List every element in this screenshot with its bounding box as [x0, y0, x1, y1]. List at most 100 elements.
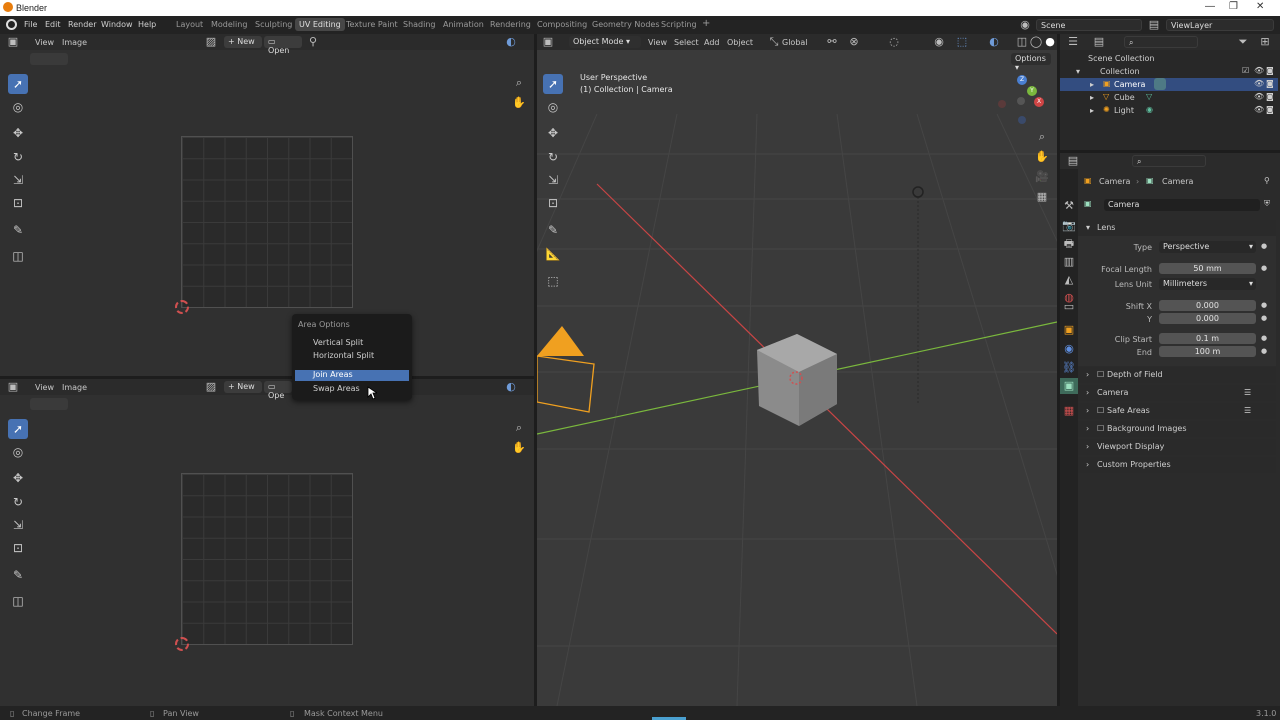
scale-tool-icon[interactable]: ⇲ [8, 515, 28, 535]
image-browse-icon[interactable]: ▨ [204, 35, 218, 49]
uv-editor-bottom[interactable]: ▣ View Image ▨ + New ▭ Ope ◐ ➚ ◎ ✥ ↻ ⇲ ⊡… [0, 379, 534, 706]
shading-solid-icon[interactable]: ● [1043, 35, 1057, 49]
selection-mode-icons[interactable] [30, 398, 68, 410]
tab-geometry-nodes[interactable]: Geometry Nodes [592, 20, 659, 29]
eye-icon[interactable]: 👁 [1254, 105, 1264, 114]
camera-render-icon[interactable]: ◙ [1266, 92, 1274, 101]
pin-icon[interactable]: ⚲ [1264, 176, 1270, 185]
pin-icon[interactable]: ⚲ [306, 35, 320, 49]
new-image-button[interactable]: + New [224, 381, 262, 393]
uv-menu-view[interactable]: View [35, 383, 54, 392]
fake-user-icon[interactable]: ⛨ [1264, 199, 1270, 209]
menu-item-join-areas[interactable]: Join Areas [295, 370, 409, 381]
minimize-button[interactable]: — [1205, 1, 1215, 12]
datablock-selector[interactable]: ▣ Camera ⛨ [1082, 198, 1276, 212]
panel-depth-of-field[interactable]: › ☐ Depth of Field [1078, 367, 1276, 383]
tab-sculpting[interactable]: Sculpting [255, 20, 292, 29]
outliner-item-light[interactable]: ▸ ✺ Light ◉ 👁 ◙ [1060, 104, 1278, 117]
close-window-button[interactable]: ✕ [1256, 1, 1264, 12]
transform-orientation-icon[interactable]: ⤡ [767, 35, 781, 49]
editor-type-icon[interactable]: ▣ [6, 380, 20, 394]
tab-layout[interactable]: Layout [176, 20, 203, 29]
transform-orientation[interactable]: Global [782, 38, 808, 47]
tool-tab-icon[interactable]: ⚒ [1062, 199, 1076, 213]
menu-item-swap-areas[interactable]: Swap Areas [295, 384, 409, 395]
properties-search-input[interactable]: ⌕ [1132, 155, 1206, 167]
menu-item-vertical-split[interactable]: Vertical Split [295, 338, 409, 349]
snap-icon[interactable]: ⊗ [847, 35, 861, 49]
keyframe-dot-icon[interactable]: ● [1261, 314, 1267, 322]
gizmo-y[interactable]: Y [1027, 86, 1037, 96]
viewport-menu-select[interactable]: Select [674, 38, 699, 47]
transform-tool-icon[interactable]: ⊡ [8, 538, 28, 558]
open-image-button[interactable]: ▭ Ope [264, 381, 292, 400]
gizmo-toggle-icon[interactable]: ◐ [504, 380, 518, 394]
tab-compositing[interactable]: Compositing [537, 20, 587, 29]
eye-icon[interactable]: 👁 [1254, 79, 1264, 88]
rotate-tool-icon[interactable]: ↻ [543, 147, 563, 167]
tab-modeling[interactable]: Modeling [211, 20, 247, 29]
move-tool-icon[interactable]: ✥ [8, 468, 28, 488]
gizmo-toggle-icon[interactable]: ◐ [504, 35, 518, 49]
editor-type-icon[interactable]: ☰ [1066, 35, 1080, 49]
editor-type-icon[interactable]: ▣ [541, 35, 555, 49]
outliner-item-camera[interactable]: ▸ ▣ Camera 👁 ◙ [1060, 78, 1278, 91]
checkbox-icon[interactable]: ☐ [1097, 424, 1104, 433]
collection-tab-icon[interactable]: ▭ [1062, 300, 1076, 314]
scene-selector[interactable]: Scene [1036, 19, 1142, 31]
tab-rendering[interactable]: Rendering [490, 20, 531, 29]
tab-animation[interactable]: Animation [443, 20, 484, 29]
options-dropdown[interactable]: Options ▾ [1011, 53, 1051, 72]
checkbox-icon[interactable]: ☐ [1097, 406, 1104, 415]
type-dropdown[interactable]: Perspective ▾ [1159, 241, 1256, 253]
shift-y-field[interactable]: 0.000 [1159, 313, 1256, 324]
scene-icon[interactable]: ◉ [1018, 18, 1032, 32]
uv-menu-view[interactable]: View [35, 38, 54, 47]
panel-lens-header[interactable]: ▾ Lens [1078, 220, 1276, 236]
zoom-icon[interactable]: ⌕ [1035, 130, 1049, 144]
viewlayer-selector[interactable]: ViewLayer [1166, 19, 1274, 31]
outliner-item-cube[interactable]: ▸ ▽ Cube ▽ 👁 ◙ [1060, 91, 1278, 104]
render-tab-icon[interactable]: 📷 [1062, 219, 1076, 233]
gizmo-x[interactable]: X [1034, 97, 1044, 107]
eye-icon[interactable]: 👁 [1254, 92, 1264, 101]
shading-wireframe-icon[interactable]: ◯ [1029, 35, 1043, 49]
viewlayer-icon[interactable]: ▤ [1147, 18, 1161, 32]
selection-mode-icons[interactable] [565, 53, 603, 65]
viewlayer-tab-icon[interactable]: ▥ [1062, 255, 1076, 269]
camera-view-icon[interactable]: 🎥 [1035, 170, 1049, 184]
tab-uv-editing[interactable]: UV Editing [295, 18, 345, 31]
display-mode-icon[interactable]: ▤ [1092, 35, 1106, 49]
gizmo-z[interactable]: Z [1017, 75, 1027, 85]
transform-tool-icon[interactable]: ⊡ [543, 193, 563, 213]
menu-file[interactable]: File [24, 20, 37, 29]
constraints-tab-icon[interactable]: ⛓ [1062, 361, 1076, 375]
panel-viewport-display[interactable]: › Viewport Display [1078, 439, 1276, 455]
rotate-tool-icon[interactable]: ↻ [8, 492, 28, 512]
lens-unit-dropdown[interactable]: Millimeters ▾ [1159, 278, 1256, 290]
xray-icon[interactable]: ◫ [1015, 35, 1029, 49]
scale-tool-icon[interactable]: ⇲ [8, 170, 28, 190]
editor-type-icon[interactable]: ▤ [1066, 154, 1080, 168]
viewport-menu-object[interactable]: Object [727, 38, 753, 47]
camera-data-tab[interactable]: ▣ [1060, 378, 1078, 394]
annotate-tool-icon[interactable]: ✎ [543, 220, 563, 240]
grab-tool-icon[interactable]: ◫ [8, 246, 28, 266]
zoom-icon[interactable]: ⌕ [512, 76, 526, 90]
3d-viewport[interactable]: ▣ Object Mode ▾ View Select Add Object ⤡… [537, 34, 1057, 706]
list-icon[interactable]: ☰ [1244, 406, 1251, 415]
menu-help[interactable]: Help [138, 20, 156, 29]
object-tab-icon[interactable]: ▣ [1062, 323, 1076, 337]
tab-scripting[interactable]: Scripting [661, 20, 697, 29]
camera-render-icon[interactable]: ◙ [1266, 66, 1274, 75]
cursor-tool-icon[interactable]: ◎ [8, 97, 28, 117]
ortho-grid-icon[interactable]: ▦ [1035, 190, 1049, 204]
overlay-toggle-icon[interactable]: ◐ [987, 35, 1001, 49]
camera-render-icon[interactable]: ◙ [1266, 105, 1274, 114]
select-tool-icon[interactable]: ➚ [8, 74, 28, 94]
cursor-tool-icon[interactable]: ◎ [543, 97, 563, 117]
menu-edit[interactable]: Edit [45, 20, 61, 29]
outliner-collection[interactable]: ▾ Collection ☑ 👁 ◙ [1060, 65, 1278, 78]
measure-tool-icon[interactable]: 📐 [543, 244, 563, 264]
cursor-tool-icon[interactable]: ◎ [8, 442, 28, 462]
